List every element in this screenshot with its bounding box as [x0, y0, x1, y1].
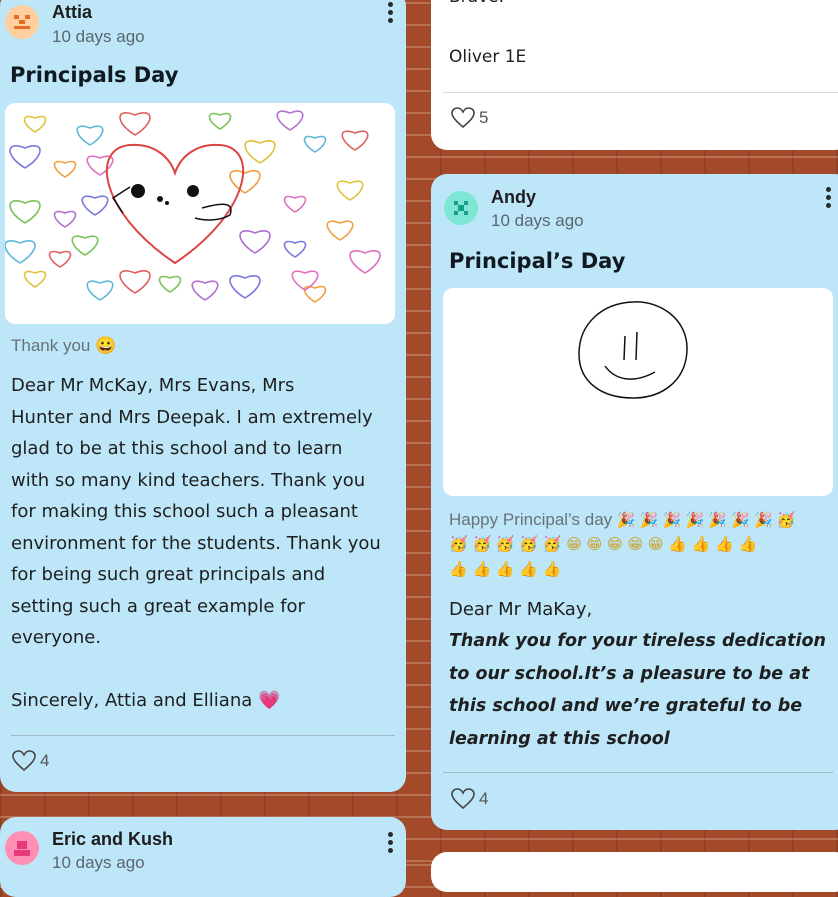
doodle-heart	[119, 112, 151, 136]
doodle-heart	[191, 280, 219, 301]
doodle-heart	[23, 115, 47, 133]
doodle-heart	[81, 195, 109, 216]
emoji-line-1: 🎉 🎉 🎉 🎉 🎉 🎉 🎉 🥳	[616, 512, 796, 529]
more-options-icon[interactable]	[824, 187, 832, 211]
divider	[443, 772, 833, 773]
heart-icon	[451, 107, 475, 129]
more-options-icon[interactable]	[386, 832, 394, 856]
doodle-heart	[326, 220, 354, 241]
doodle-heart	[229, 170, 261, 194]
doodle-heart	[9, 200, 41, 224]
doodle-heart	[86, 280, 114, 301]
post-image-smiley-drawing[interactable]	[443, 288, 833, 496]
doodle-heart	[76, 125, 104, 146]
post-image-hearts-drawing[interactable]	[5, 103, 395, 324]
post-card-oliver[interactable]: Brave. Oliver 1E 5	[431, 0, 838, 150]
doodle-heart	[341, 130, 369, 151]
heart-icon	[12, 750, 36, 772]
doodle-heart	[276, 110, 304, 131]
post-author: Attia	[52, 2, 92, 22]
post-timestamp: 10 days ago	[52, 27, 145, 46]
doodle-heart	[119, 270, 151, 294]
divider	[443, 92, 838, 93]
avatar	[444, 191, 478, 225]
emoji-line-2: 🥳 🥳 🥳 🥳 🥳 😁 😁 😁 😁 😁 👍 👍 👍 👍	[449, 535, 758, 553]
doodle-heart	[53, 210, 77, 228]
doodle-heart	[283, 240, 307, 258]
doodle-heart	[244, 140, 276, 164]
doodle-heart	[9, 145, 41, 169]
doodle-heart	[158, 275, 182, 293]
post-body: Thank you for your tireless dedication t…	[449, 631, 826, 749]
doodle-heart	[5, 240, 36, 264]
post-author: Andy	[491, 187, 536, 207]
post-timestamp: 10 days ago	[491, 211, 584, 230]
avatar	[5, 5, 39, 39]
heart-icon	[451, 788, 475, 810]
like-button[interactable]: 4	[12, 750, 49, 772]
doodle-heart	[303, 135, 327, 153]
doodle-heart	[208, 112, 232, 130]
post-timestamp: 10 days ago	[52, 853, 145, 872]
emoji-line-3: 👍 👍 👍 👍 👍	[449, 560, 562, 578]
like-button[interactable]: 4	[451, 788, 488, 810]
doodle-heart	[349, 250, 381, 274]
avatar	[5, 831, 39, 865]
post-card-partial[interactable]	[431, 852, 838, 892]
like-count: 4	[479, 789, 489, 808]
post-card-attia[interactable]: Attia 10 days ago Principals Day Thank y…	[0, 0, 406, 792]
hearts-drawing	[5, 110, 381, 303]
post-caption: Happy Principal’s day 🎉 🎉 🎉 🎉 🎉 🎉 🎉 🥳	[449, 508, 838, 533]
post-author: Eric and Kush	[52, 829, 174, 849]
doodle-heart	[336, 180, 364, 201]
doodle-heart	[71, 235, 99, 256]
more-options-icon[interactable]	[386, 2, 394, 26]
post-card-andy[interactable]: Andy 10 days ago Principal’s Day Happy P…	[431, 174, 838, 830]
doodle-heart	[283, 195, 307, 213]
divider	[11, 735, 395, 736]
post-body: Dear Mr McKay, Mrs Evans, Mrs Hunter and…	[11, 375, 381, 711]
post-body-partial: Brave.	[449, 0, 504, 14]
post-greeting: Dear Mr MaKay,	[449, 599, 593, 620]
smiley-drawing	[578, 301, 688, 399]
doodle-heart	[23, 270, 47, 288]
doodle-heart	[229, 275, 261, 299]
like-count: 4	[40, 751, 50, 770]
like-button[interactable]: 5	[451, 107, 488, 129]
caption-text: Happy Principal’s day	[449, 510, 613, 529]
doodle-heart	[48, 250, 72, 268]
post-signature: Oliver 1E	[449, 47, 527, 67]
post-card-eric-kush[interactable]: Eric and Kush 10 days ago	[0, 817, 406, 897]
post-title: Principals Day	[10, 63, 179, 87]
doodle-heart	[239, 230, 271, 254]
post-caption: Thank you 😀	[11, 336, 117, 355]
doodle-heart	[53, 160, 77, 178]
like-count: 5	[479, 108, 489, 127]
post-title: Principal’s Day	[449, 249, 626, 273]
